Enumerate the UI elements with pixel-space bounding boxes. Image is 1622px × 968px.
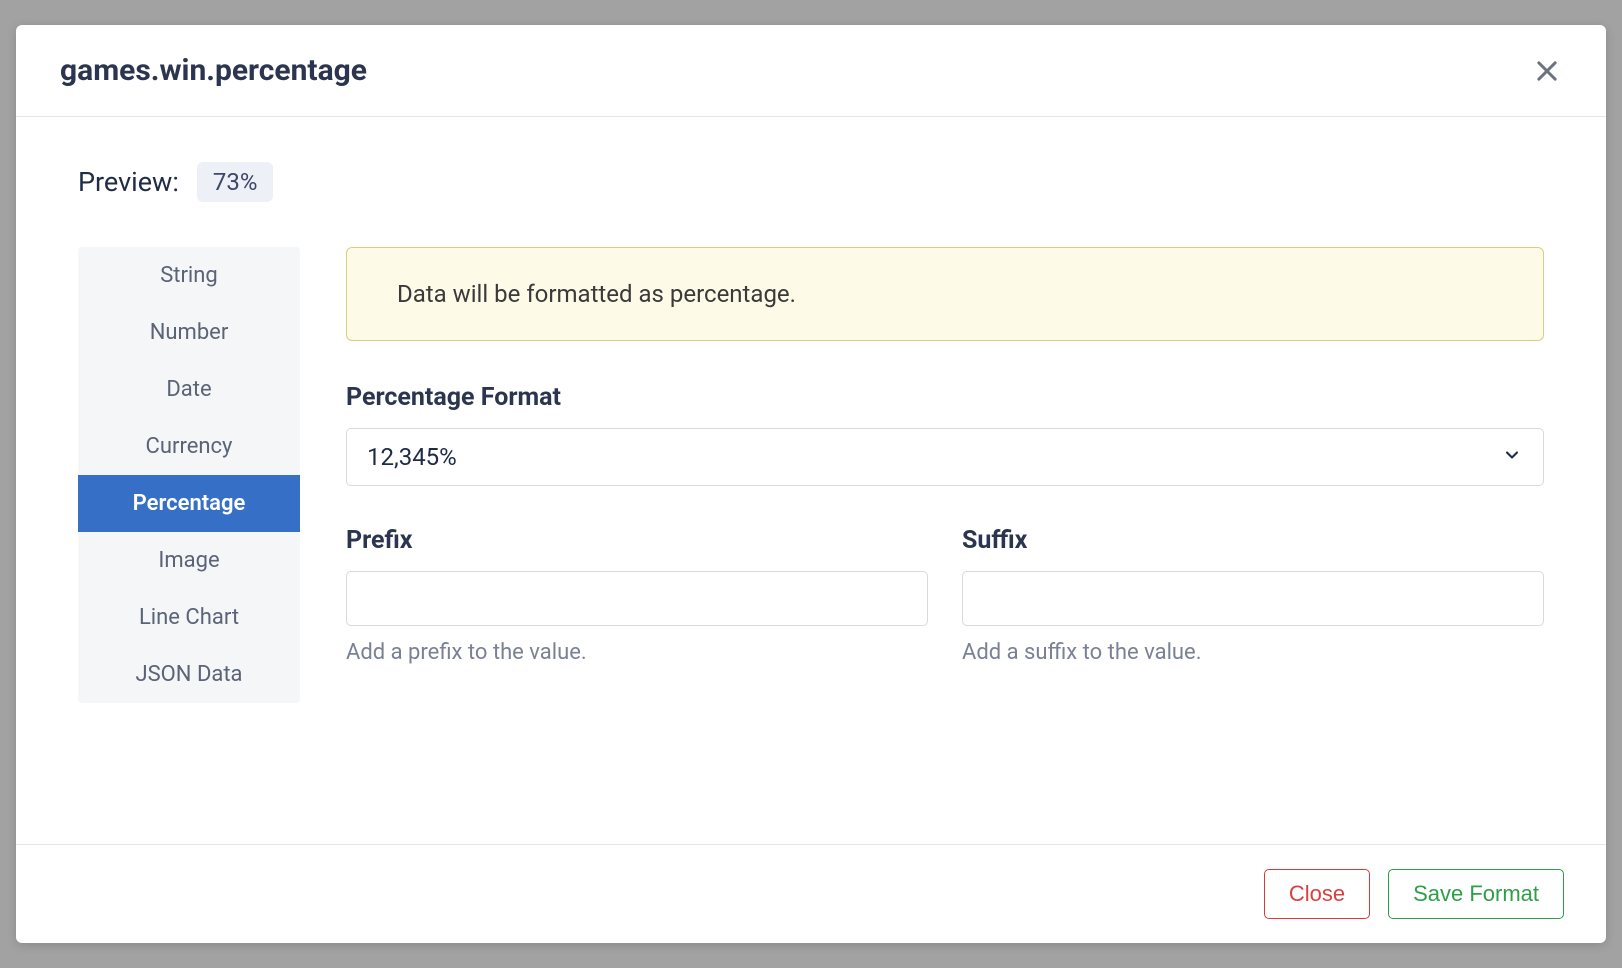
prefix-input[interactable]: [346, 571, 928, 626]
content-row: String Number Date Currency Percentage I…: [78, 247, 1544, 703]
format-modal: games.win.percentage Preview: 73% String…: [16, 25, 1606, 943]
format-type-sidebar: String Number Date Currency Percentage I…: [78, 247, 300, 703]
preview-label: Preview:: [78, 166, 179, 198]
sidebar-item-line-chart[interactable]: Line Chart: [78, 589, 300, 646]
close-button[interactable]: Close: [1264, 869, 1370, 919]
sidebar-item-number[interactable]: Number: [78, 304, 300, 361]
suffix-label: Suffix: [962, 526, 1544, 555]
prefix-helper: Add a prefix to the value.: [346, 640, 928, 665]
prefix-label: Prefix: [346, 526, 928, 555]
close-icon[interactable]: [1532, 56, 1562, 86]
sidebar-item-json-data[interactable]: JSON Data: [78, 646, 300, 703]
prefix-suffix-row: Prefix Add a prefix to the value. Suffix…: [346, 526, 1544, 665]
prefix-col: Prefix Add a prefix to the value.: [346, 526, 928, 665]
sidebar-item-date[interactable]: Date: [78, 361, 300, 418]
modal-body: Preview: 73% String Number Date Currency…: [16, 117, 1606, 844]
suffix-input[interactable]: [962, 571, 1544, 626]
save-format-button[interactable]: Save Format: [1388, 869, 1564, 919]
percentage-format-select[interactable]: 12,345%: [346, 428, 1544, 486]
preview-value: 73%: [197, 162, 274, 202]
sidebar-item-image[interactable]: Image: [78, 532, 300, 589]
sidebar-item-percentage[interactable]: Percentage: [78, 475, 300, 532]
percentage-format-select-wrapper: 12,345%: [346, 428, 1544, 486]
format-main: Data will be formatted as percentage. Pe…: [346, 247, 1544, 665]
preview-row: Preview: 73%: [78, 162, 1544, 202]
suffix-helper: Add a suffix to the value.: [962, 640, 1544, 665]
info-banner: Data will be formatted as percentage.: [346, 247, 1544, 341]
modal-title: games.win.percentage: [60, 53, 367, 88]
modal-footer: Close Save Format: [16, 844, 1606, 943]
sidebar-item-currency[interactable]: Currency: [78, 418, 300, 475]
sidebar-item-string[interactable]: String: [78, 247, 300, 304]
percentage-format-label: Percentage Format: [346, 383, 1544, 412]
modal-header: games.win.percentage: [16, 25, 1606, 117]
suffix-col: Suffix Add a suffix to the value.: [962, 526, 1544, 665]
